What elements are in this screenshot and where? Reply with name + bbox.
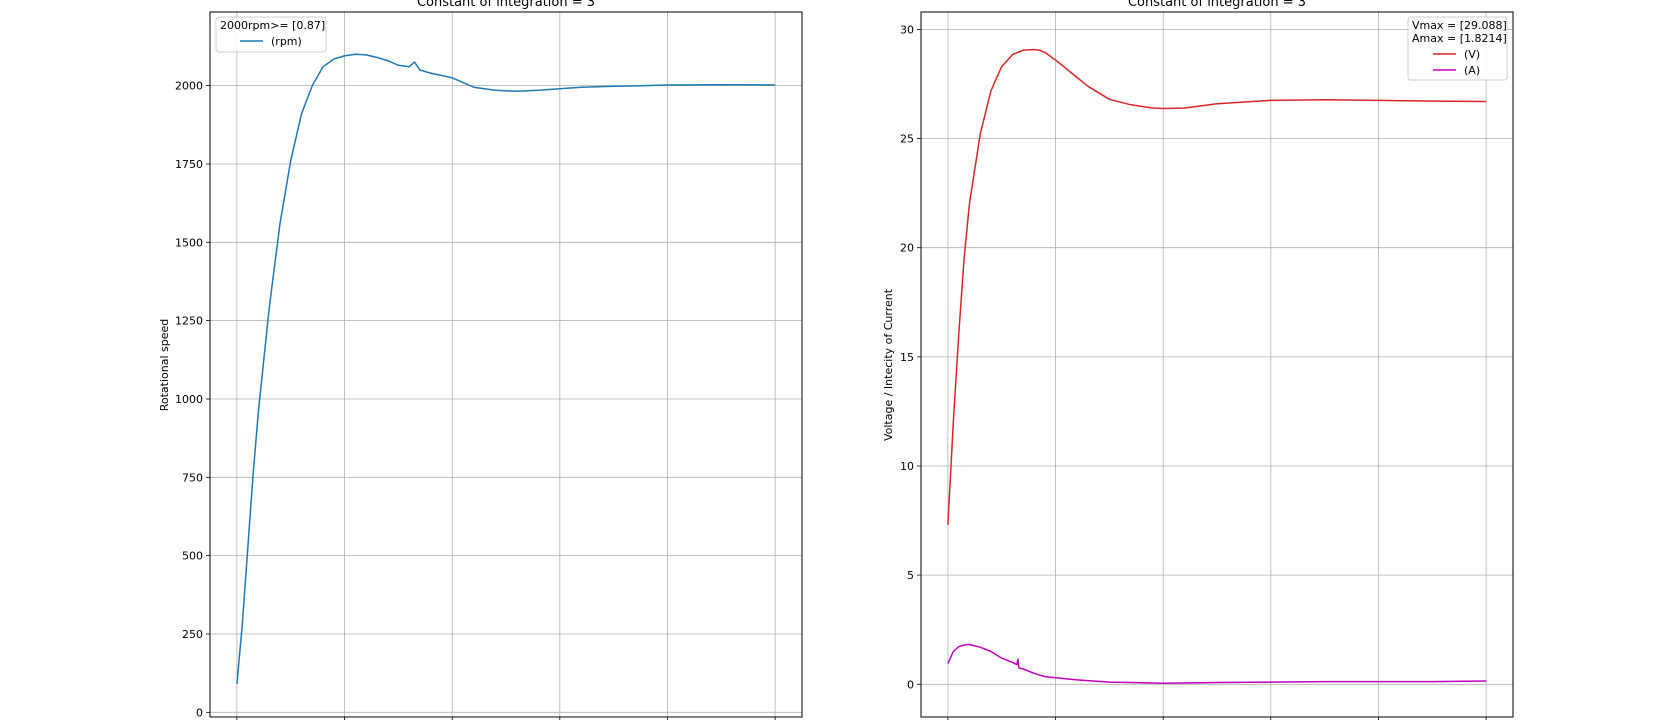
vi-y-tick-label: 20 [900, 242, 914, 255]
vi-y-tick-label: 0 [907, 678, 914, 691]
rpm-legend-title: 2000rpm>= [0.87] [220, 19, 325, 32]
vi-legend-label-a: (A) [1464, 64, 1480, 77]
rpm-y-tick-label: 1250 [175, 315, 203, 328]
vi-y-tick-label: 15 [900, 351, 914, 364]
rpm-legend: 2000rpm>= [0.87] (rpm) [215, 16, 327, 53]
vi-y-tick-label: 30 [900, 24, 914, 37]
vi-y-tick-label: 25 [900, 133, 914, 146]
vi-legend-label-v: (V) [1464, 48, 1480, 61]
rpm-y-tick-label: 2000 [175, 80, 203, 93]
vi-legend-title-amax: Amax = [1.8214] [1412, 32, 1507, 45]
vi-chart-title: Constant of integration = 3 [1128, 0, 1306, 10]
rpm-chart-title: Constant of integration = 3 [417, 0, 595, 10]
rpm-legend-label: (rpm) [271, 35, 302, 48]
rpm-y-tick-label: 0 [196, 706, 203, 719]
vi-legend-title-vmax: Vmax = [29.088] [1412, 19, 1507, 32]
vi-legend: Vmax = [29.088] Amax = [1.8214] (V) (A) [1407, 16, 1508, 81]
rpm-ylabel: Rotational speed [158, 319, 171, 412]
rpm-y-tick-label: 1500 [175, 236, 203, 249]
vi-ylabel: Voltage / Intecity of Current [882, 288, 895, 441]
vi-y-tick-label: 5 [907, 569, 914, 582]
rpm-y-tick-label: 500 [182, 550, 203, 563]
figure: Constant of integration = 3 025050075010… [0, 0, 1680, 720]
rpm-y-tick-label: 750 [182, 471, 203, 484]
vi-y-tick-label: 10 [900, 460, 914, 473]
rpm-y-tick-label: 250 [182, 628, 203, 641]
rpm-y-tick-label: 1000 [175, 393, 203, 406]
rpm-y-tick-label: 1750 [175, 158, 203, 171]
